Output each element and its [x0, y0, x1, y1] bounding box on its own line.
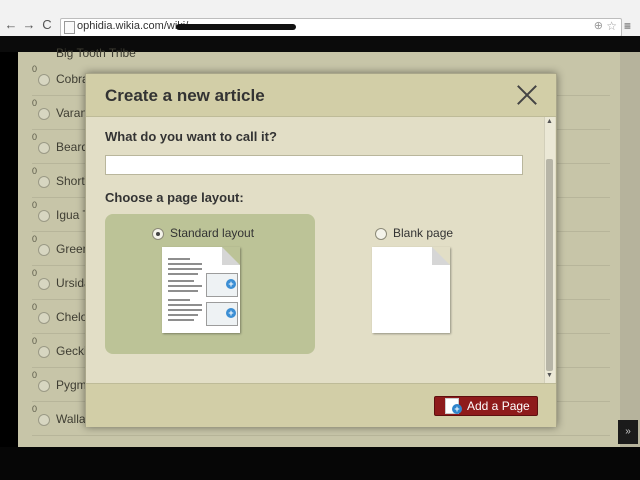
row-count: 0: [32, 234, 38, 244]
list-radio[interactable]: [38, 312, 50, 324]
article-title-input[interactable]: [105, 155, 523, 175]
row-count: 0: [32, 132, 38, 142]
back-arrow-icon[interactable]: ←: [4, 18, 18, 32]
page-side-gutter: [620, 52, 640, 447]
row-count: 0: [32, 302, 38, 312]
scroll-down-icon[interactable]: ▼: [546, 372, 553, 379]
page-icon: [64, 21, 75, 34]
list-item-label: Chelo: [56, 310, 88, 324]
text-line: [168, 314, 198, 316]
row-count: 0: [32, 98, 38, 108]
text-line: [168, 258, 190, 260]
add-image-icon: +: [226, 308, 236, 318]
page-fold: [432, 247, 450, 265]
modal-footer: + Add a Page: [86, 383, 556, 427]
list-radio[interactable]: [38, 244, 50, 256]
modal-title: Create a new article: [105, 86, 265, 105]
row-count: 0: [32, 404, 38, 414]
close-icon[interactable]: [516, 84, 538, 106]
standard-layout-label: Standard layout: [170, 226, 255, 240]
standard-layout-option[interactable]: Standard layout + +: [105, 214, 315, 354]
list-item: Big Tooth Tribe: [32, 46, 610, 62]
row-count: 0: [32, 166, 38, 176]
text-line: [168, 280, 194, 282]
forward-arrow-icon[interactable]: →: [22, 18, 36, 32]
zoom-icon[interactable]: ⊕: [594, 19, 603, 32]
scroll-up-icon[interactable]: ▲: [546, 118, 553, 125]
bottom-black-bar: [0, 447, 640, 480]
scroll-thumb[interactable]: [546, 159, 553, 371]
list-item-label: Beard: [56, 140, 89, 154]
bookmark-star-icon[interactable]: ☆: [606, 19, 617, 33]
address-bar[interactable]: ophidia.wikia.com/wiki/ ⊕ ☆: [60, 18, 622, 37]
modal-header: Create a new article: [86, 74, 556, 117]
text-line: [168, 290, 198, 292]
row-count: 0: [32, 64, 38, 74]
modal-body: What do you want to call it? Choose a pa…: [86, 117, 544, 383]
list-item-label: Cobra: [56, 72, 89, 86]
list-item-label: Gecki: [56, 344, 87, 358]
text-line: [168, 304, 202, 306]
standard-layout-document-icon: + +: [162, 247, 240, 333]
list-item-label: Pygm: [56, 378, 87, 392]
standard-layout-radio[interactable]: [152, 228, 164, 240]
blank-page-option[interactable]: Blank page: [330, 214, 540, 354]
text-line: [168, 319, 194, 321]
list-radio[interactable]: [38, 380, 50, 392]
reload-icon[interactable]: C: [40, 18, 54, 32]
blank-document-icon: [372, 247, 450, 333]
add-page-button[interactable]: + Add a Page: [434, 396, 538, 416]
list-radio[interactable]: [38, 346, 50, 358]
add-page-label: Add a Page: [467, 399, 530, 413]
add-video-icon: +: [226, 279, 236, 289]
url-redaction: [176, 24, 296, 30]
text-line: [168, 263, 202, 265]
row-count: 0: [32, 268, 38, 278]
collapse-icon[interactable]: »: [618, 420, 638, 444]
text-line: [168, 268, 202, 270]
list-item-label: Big Tooth Tribe: [56, 46, 136, 60]
row-count: 0: [32, 336, 38, 346]
list-radio[interactable]: [38, 278, 50, 290]
article-name-question: What do you want to call it?: [105, 129, 277, 144]
layout-label: Choose a page layout:: [105, 190, 244, 205]
url-text: ophidia.wikia.com/wiki/: [77, 20, 189, 32]
list-radio[interactable]: [38, 108, 50, 120]
list-radio[interactable]: [38, 210, 50, 222]
list-item-label: Varan: [56, 106, 88, 120]
text-line: [168, 273, 198, 275]
list-radio[interactable]: [38, 176, 50, 188]
list-item-label: Walla: [56, 412, 86, 426]
blank-page-radio[interactable]: [375, 228, 387, 240]
list-radio[interactable]: [38, 142, 50, 154]
page-fold: [222, 247, 240, 265]
text-line: [168, 299, 190, 301]
list-radio[interactable]: [38, 74, 50, 86]
row-count: 0: [32, 200, 38, 210]
text-line: [168, 285, 202, 287]
create-article-modal: Create a new article What do you want to…: [85, 73, 557, 427]
menu-icon[interactable]: ≡: [624, 19, 636, 33]
modal-scrollbar[interactable]: ▲ ▼: [544, 117, 555, 383]
text-line: [168, 309, 202, 311]
add-page-icon: +: [445, 398, 462, 414]
browser-toolbar: ← → C ophidia.wikia.com/wiki/ ⊕ ☆ ≡: [0, 0, 640, 39]
row-count: 0: [32, 370, 38, 380]
blank-page-label: Blank page: [393, 226, 454, 240]
list-radio[interactable]: [38, 414, 50, 426]
